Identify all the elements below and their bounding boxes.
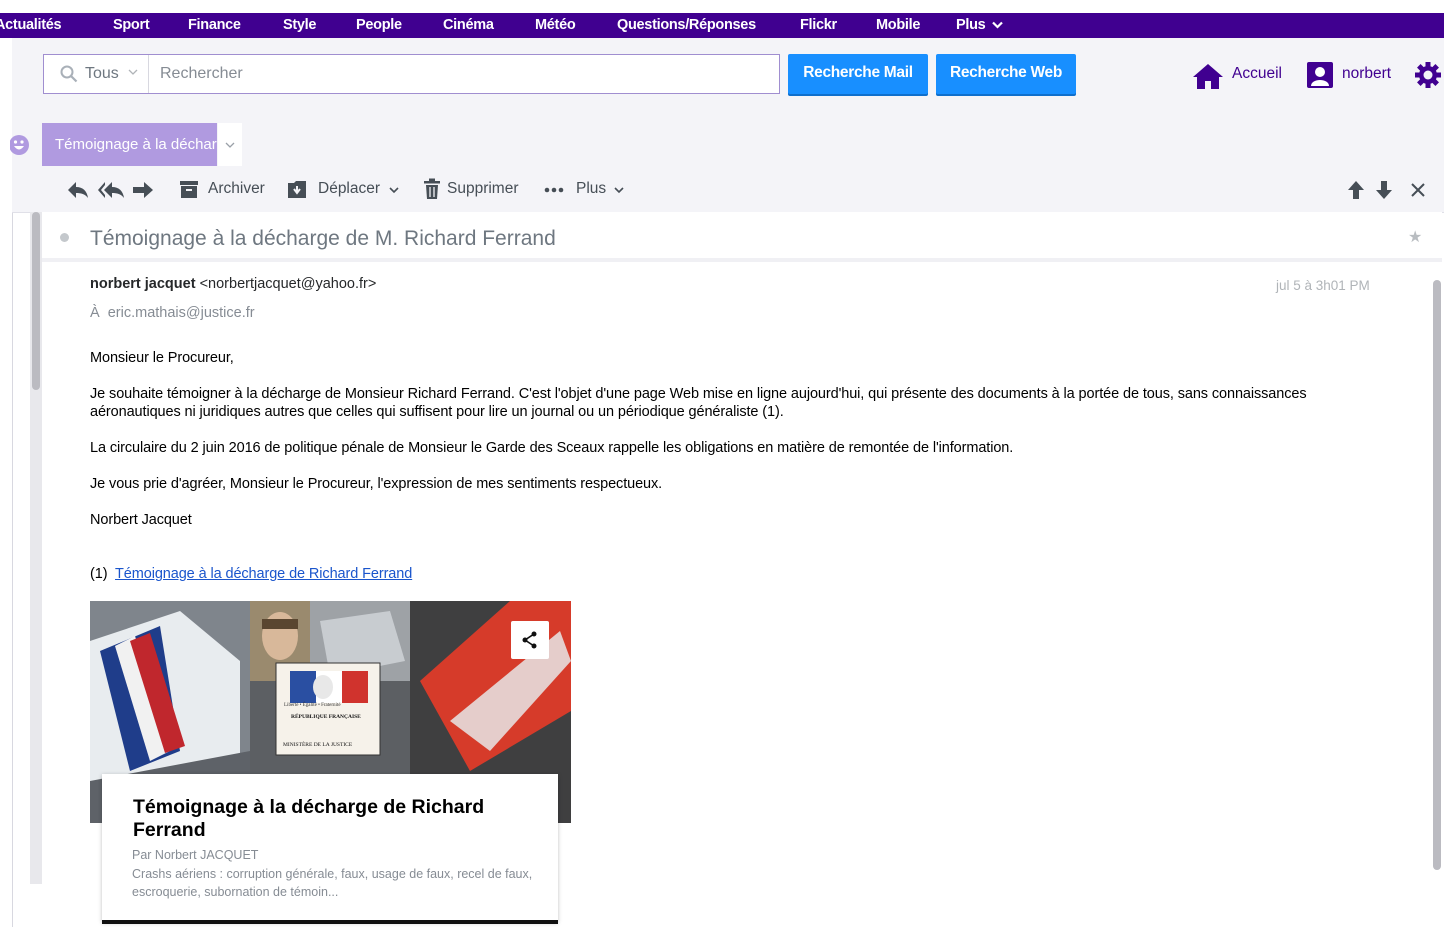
card-description: Crashs aériens : corruption générale, fa… [132,867,533,899]
arrow-down-icon[interactable] [1375,180,1393,200]
sender-name: norbert jacquet [90,276,196,292]
body-paragraph: La circulaire du 2 juin 2016 de politiqu… [90,440,1014,456]
search-scope-label: Tous [85,65,119,82]
recipient-address[interactable]: eric.mathais@justice.fr [108,305,255,321]
scroll-thumb[interactable] [1433,280,1441,870]
message-subject: Témoignage à la décharge de M. Richard F… [90,227,556,250]
scroll-thumb[interactable] [32,212,40,390]
move-button[interactable]: Déplacer [287,178,407,202]
move-icon [288,181,306,198]
move-label: Déplacer [318,180,381,197]
star-icon[interactable]: ★ [1408,227,1422,247]
tab-message[interactable]: Témoignage à la décharge de M. Richard F… [42,123,217,166]
arrow-up-icon[interactable] [1347,180,1365,200]
nav-item-mobile[interactable]: Mobile [876,13,920,38]
to-label: À [90,305,100,321]
body-paragraph: Je souhaite témoigner à la décharge de M… [90,386,1307,420]
nav-item-questions[interactable]: Questions/Réponses [617,13,756,38]
reply-icon[interactable] [67,180,89,200]
chevron-down-icon [128,69,138,75]
search-web-button[interactable]: Recherche Web [936,54,1076,94]
logo-ministry: MINISTÈRE DE LA JUSTICE [283,742,353,748]
nav-item-actualites[interactable]: Actualités [0,13,62,38]
nav-item-people[interactable]: People [356,13,402,38]
nav-item-sport[interactable]: Sport [113,13,150,38]
search-box: Tous [43,54,791,94]
user-name: norbert [1342,65,1392,82]
gear-icon[interactable] [1414,61,1442,89]
logo-republic: RÉPUBLIQUE FRANÇAISE [291,714,361,720]
left-scrollbar[interactable] [30,212,42,884]
nav-item-style[interactable]: Style [283,13,316,38]
share-icon [522,631,537,649]
card-author: Par Norbert JACQUET [132,848,259,862]
body-paragraph: Je vous prie d'agréer, Monsieur le Procu… [90,476,663,492]
search-mail-button[interactable]: Recherche Mail [788,54,928,94]
body-greeting: Monsieur le Procureur, [90,350,234,366]
logo-motto: Liberté • Égalité • Fraternité [284,703,341,708]
search-scope-dropdown[interactable]: Tous [44,55,149,93]
nav-item-flickr[interactable]: Flickr [800,13,837,38]
top-nav: Actualités Sport Finance Style People Ci… [0,13,1444,38]
forward-icon[interactable] [132,180,154,200]
card-bottom-bar [102,920,558,924]
chevron-down-icon [992,21,1003,29]
message-date: jul 5 à 3h01 PM [1276,278,1370,293]
body-signature: Norbert Jacquet [90,512,192,528]
nav-item-cinema[interactable]: Cinéma [443,13,494,38]
sender[interactable]: norbert jacquet <norbertjacquet@yahoo.fr… [90,276,376,292]
chevron-down-icon [225,142,235,148]
more-label: Plus [576,180,607,197]
footnote: (1) Témoignage à la décharge de Richard … [90,565,1380,583]
chevron-down-icon [389,187,399,194]
nav-plus-label: Plus [956,17,986,33]
footnote-link[interactable]: Témoignage à la décharge de Richard Ferr… [115,566,412,582]
nav-item-finance[interactable]: Finance [188,13,241,38]
close-icon[interactable] [1410,182,1426,198]
delete-button[interactable]: Supprimer [423,178,523,202]
share-button[interactable] [511,621,549,659]
home-icon [1193,64,1223,89]
right-scrollbar[interactable] [1430,280,1444,880]
home-label: Accueil [1232,65,1282,82]
delete-label: Supprimer [447,180,519,197]
top-strip [0,0,1444,13]
more-icon [544,187,564,193]
tab-dropdown[interactable] [218,123,242,166]
card-title[interactable]: Témoignage à la décharge de Richard Ferr… [133,796,533,842]
archive-icon [180,181,198,198]
search-input[interactable] [149,55,791,93]
archive-label: Archiver [208,180,265,197]
smiley-icon[interactable] [10,134,32,156]
read-status-dot[interactable] [60,233,69,242]
archive-button[interactable]: Archiver [179,178,269,202]
trash-icon [424,178,440,199]
footnote-marker: (1) [90,566,108,582]
reply-all-icon[interactable] [97,180,125,200]
search-icon [60,65,78,83]
nav-item-plus[interactable]: Plus [956,13,1003,38]
user-icon [1307,62,1333,88]
chevron-down-icon [614,187,624,194]
nav-item-meteo[interactable]: Météo [535,13,576,38]
sender-email: <norbertjacquet@yahoo.fr> [199,276,377,292]
more-button[interactable]: Plus [544,178,634,202]
recipient-line: À eric.mathais@justice.fr [90,305,255,321]
